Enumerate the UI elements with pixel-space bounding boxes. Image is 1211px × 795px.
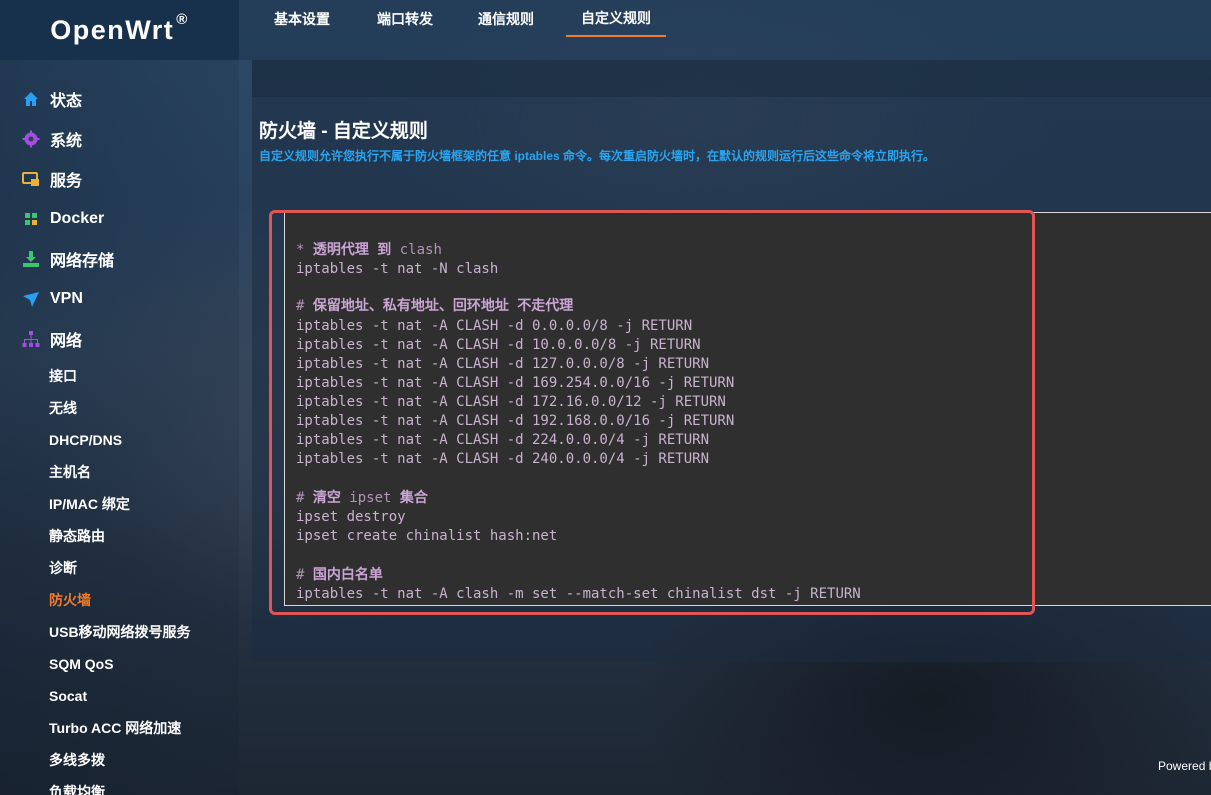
code-line: iptables -t nat -N clash: [296, 261, 499, 277]
code-line: ipset create chinalist hash:net: [296, 528, 558, 544]
sidebar-item-turbo-acc[interactable]: Turbo ACC 网络加速: [49, 717, 181, 739]
code-line: iptables -t nat -A CLASH -d 10.0.0.0/8 -…: [296, 337, 701, 353]
download-icon: [22, 250, 40, 268]
sidebar-item-dhcp-dns[interactable]: DHCP/DNS: [49, 429, 122, 451]
sidebar-item-interfaces[interactable]: 接口: [49, 365, 77, 387]
sidebar-item-vpn[interactable]: VPN: [22, 284, 83, 314]
sidebar-item-hostnames[interactable]: 主机名: [49, 461, 91, 483]
tab-traffic-rules[interactable]: 通信规则: [465, 0, 547, 37]
custom-rules-editor[interactable]: * 透明代理 到 clash iptables -t nat -N clash # …: [284, 212, 1211, 606]
tab-custom-rules[interactable]: 自定义规则: [566, 0, 666, 37]
network-icon: [22, 330, 40, 348]
code-line: iptables -t nat -A CLASH -d 172.16.0.0/1…: [296, 394, 726, 410]
sidebar-item-sqm-qos[interactable]: SQM QoS: [49, 653, 114, 675]
footer-powered-by: Powered by: [1158, 759, 1211, 773]
code-line: # 保留地址、私有地址、回环地址 不走代理: [296, 298, 574, 314]
vpn-icon: [22, 290, 40, 308]
sidebar-item-docker[interactable]: Docker: [22, 204, 104, 234]
sidebar-item-usb-modem[interactable]: USB移动网络拨号服务: [49, 621, 191, 643]
sidebar-item-status[interactable]: 状态: [22, 84, 82, 114]
sidebar-item-wireless[interactable]: 无线: [49, 397, 77, 419]
page-description: 自定义规则允许您执行不属于防火墙框架的任意 iptables 命令。每次重启防火…: [259, 149, 936, 163]
sidebar-item-services[interactable]: 服务: [22, 164, 82, 194]
sidebar-item-label: VPN: [50, 290, 83, 307]
tab-bar: [252, 60, 1211, 97]
tab-basic-settings[interactable]: 基本设置: [262, 0, 342, 37]
code-line: iptables -t nat -A CLASH -d 224.0.0.0/4 …: [296, 432, 710, 448]
sidebar-item-label: Docker: [50, 210, 105, 227]
page-title: 防火墙 - 自定义规则: [259, 121, 428, 142]
sidebar-item-nas[interactable]: 网络存储: [22, 244, 114, 274]
sidebar-item-load-balancing[interactable]: 负载均衡: [49, 781, 105, 795]
code-line: iptables -t nat -A CLASH -d 127.0.0.0/8 …: [296, 356, 710, 372]
sidebar-item-ip-mac-binding[interactable]: IP/MAC 绑定: [49, 493, 130, 515]
code-line: iptables -t nat -A CLASH -d 0.0.0.0/8 -j…: [296, 318, 693, 334]
home-icon: [22, 90, 40, 108]
brand-logo[interactable]: OpenWrt ®: [0, 0, 239, 60]
sidebar-item-label: 服务: [50, 173, 83, 190]
sidebar-item-diagnostics[interactable]: 诊断: [49, 557, 77, 579]
sidebar-item-firewall[interactable]: 防火墙: [49, 589, 91, 611]
sidebar-item-static-routes[interactable]: 静态路由: [49, 525, 105, 547]
sidebar-item-label: 系统: [50, 133, 83, 150]
sidebar-item-multi-wan[interactable]: 多线多拨: [49, 749, 105, 771]
code-line: iptables -t nat -A CLASH -d 169.254.0.0/…: [296, 375, 735, 391]
services-icon: [22, 170, 40, 188]
sidebar-item-label: 网络: [50, 333, 83, 350]
sidebar-item-socat[interactable]: Socat: [49, 685, 87, 707]
code-line: * 透明代理 到 clash: [296, 242, 442, 258]
sidebar-item-label: 状态: [50, 93, 83, 110]
code-line: iptables -t nat -A clash -m set --match-…: [296, 586, 861, 602]
sidebar-item-system[interactable]: 系统: [22, 124, 82, 154]
brand-name: OpenWrt ®: [50, 10, 189, 45]
tab-port-forwards[interactable]: 端口转发: [362, 0, 448, 37]
docker-icon: [22, 210, 40, 228]
gear-icon: [22, 130, 40, 148]
code-line: # 清空 ipset 集合: [296, 490, 428, 506]
code-line: # 国内白名单: [296, 567, 383, 583]
code-line: iptables -t nat -A CLASH -d 192.168.0.0/…: [296, 413, 735, 429]
code-line: iptables -t nat -A CLASH -d 240.0.0.0/4 …: [296, 451, 710, 467]
sidebar-item-network[interactable]: 网络: [22, 324, 82, 354]
code-line: ipset destroy: [296, 509, 406, 525]
sidebar-item-label: 网络存储: [50, 253, 115, 270]
